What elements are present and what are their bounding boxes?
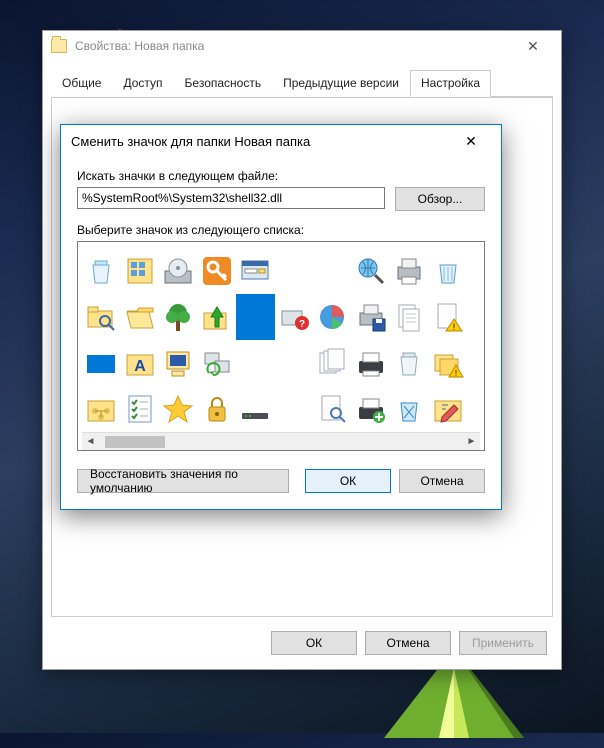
icon-blank (275, 248, 314, 294)
icon-recycle-bin-empty[interactable] (82, 248, 121, 294)
icon-blue-rect[interactable] (82, 340, 121, 386)
icon-folder-pencil[interactable] (429, 386, 468, 432)
icon-blue-square[interactable] (236, 294, 275, 340)
svg-text:A: A (134, 358, 146, 375)
properties-titlebar[interactable]: Свойства: Новая папка ✕ (43, 31, 561, 61)
icon-doc-search[interactable] (313, 386, 352, 432)
search-label: Искать значки в следующем файле: (77, 169, 485, 183)
svg-text:?: ? (299, 319, 305, 330)
restore-defaults-button[interactable]: Восстановить значения по умолчанию (77, 469, 289, 493)
tab-general[interactable]: Общие (51, 70, 112, 97)
scroll-thumb[interactable] (105, 436, 165, 448)
icon-folders-warning[interactable]: ! (429, 340, 468, 386)
icon-folder-up-arrow[interactable] (198, 294, 237, 340)
icon-network-refresh[interactable] (198, 340, 237, 386)
icon-list: ?! A! ◄ ► (77, 241, 485, 451)
icon-folder-open-yellow[interactable] (121, 294, 160, 340)
icon-control-panel[interactable] (121, 248, 160, 294)
change-icon-titlebar[interactable]: Сменить значок для папки Новая папка ✕ (61, 125, 501, 157)
icon-folder-network[interactable] (82, 386, 121, 432)
tab-security[interactable]: Безопасность (174, 70, 273, 97)
icon-disc-drive[interactable] (159, 248, 198, 294)
properties-ok-button[interactable]: ОК (271, 631, 357, 655)
folder-icon (51, 39, 67, 53)
icon-run-dialog[interactable] (236, 248, 275, 294)
icon-blank (313, 248, 352, 294)
tab-sharing[interactable]: Доступ (112, 70, 173, 97)
close-icon[interactable]: ✕ (451, 126, 491, 156)
properties-tabs: Общие Доступ Безопасность Предыдущие вер… (51, 69, 553, 97)
icon-printer-flat[interactable] (352, 340, 391, 386)
icon-recycle-blue[interactable] (390, 386, 429, 432)
cancel-button[interactable]: Отмена (399, 469, 485, 493)
properties-apply-button: Применить (459, 631, 547, 655)
icon-device-bar[interactable] (236, 386, 275, 432)
icon-magnifier-globe[interactable] (352, 248, 391, 294)
svg-text:!: ! (455, 369, 457, 378)
properties-title: Свойства: Новая папка (75, 39, 513, 53)
icon-blank (275, 340, 314, 386)
icon-list-scrollbar[interactable]: ◄ ► (82, 432, 480, 450)
close-icon[interactable]: ✕ (513, 32, 553, 60)
tab-previous-versions[interactable]: Предыдущие версии (272, 70, 410, 97)
icon-padlock[interactable] (198, 386, 237, 432)
icon-documents[interactable] (390, 294, 429, 340)
change-icon-title: Сменить значок для папки Новая папка (71, 134, 451, 149)
browse-button[interactable]: Обзор... (395, 187, 485, 211)
icon-printer[interactable] (390, 248, 429, 294)
change-icon-dialog: Сменить значок для папки Новая папка ✕ И… (60, 124, 502, 510)
icon-checklist[interactable] (121, 386, 160, 432)
ok-button[interactable]: ОК (305, 469, 391, 493)
icon-font-folder[interactable]: A (121, 340, 160, 386)
icon-tree[interactable] (159, 294, 198, 340)
choose-label: Выберите значок из следующего списка: (77, 223, 485, 237)
icon-folder-search[interactable] (82, 294, 121, 340)
icon-help-device[interactable]: ? (275, 294, 314, 340)
icon-path-input[interactable] (77, 187, 385, 209)
icon-computer-crt[interactable] (159, 340, 198, 386)
svg-text:!: ! (452, 322, 455, 332)
icon-blank (275, 386, 314, 432)
tab-customize[interactable]: Настройка (410, 70, 491, 97)
icon-blank (236, 340, 275, 386)
icon-pie-chart[interactable] (313, 294, 352, 340)
icon-printer-plus[interactable] (352, 386, 391, 432)
scroll-right-icon[interactable]: ► (463, 434, 480, 450)
properties-cancel-button[interactable]: Отмена (365, 631, 451, 655)
icon-printer-save[interactable] (352, 294, 391, 340)
icon-recycle-bin-glass[interactable] (429, 248, 468, 294)
icon-recycle-bin[interactable] (390, 340, 429, 386)
scroll-left-icon[interactable]: ◄ (82, 434, 99, 450)
icon-docs-stack[interactable] (313, 340, 352, 386)
icon-doc-warning[interactable]: ! (429, 294, 468, 340)
icon-star[interactable] (159, 386, 198, 432)
icon-key[interactable] (198, 248, 237, 294)
